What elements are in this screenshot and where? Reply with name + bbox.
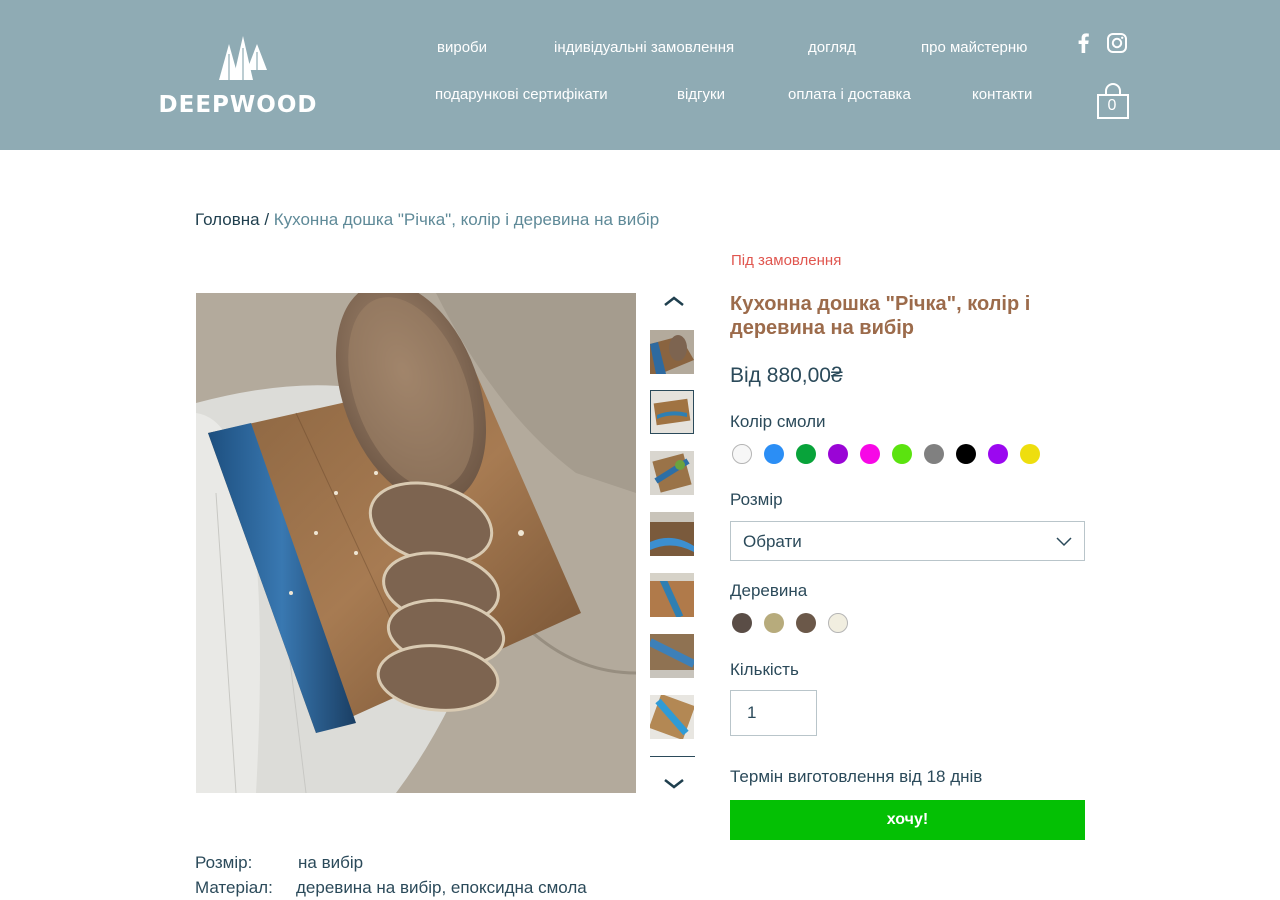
- resin-color-swatch[interactable]: [828, 444, 848, 464]
- facebook-icon[interactable]: [1073, 32, 1095, 54]
- breadcrumb: Головна / Кухонна дошка "Річка", колір і…: [195, 210, 659, 230]
- resin-color-swatch[interactable]: [860, 444, 880, 464]
- nav-item-gift-certificates[interactable]: подарункові сертифікати: [435, 86, 608, 103]
- resin-color-swatch[interactable]: [1020, 444, 1040, 464]
- resin-color-swatch[interactable]: [988, 444, 1008, 464]
- spec-material-value: деревина на вибір, епоксидна смола: [296, 878, 587, 897]
- wood-color-swatch[interactable]: [764, 613, 784, 633]
- quantity-input[interactable]: [730, 690, 817, 736]
- nav-item-about[interactable]: про майстерню: [921, 39, 1027, 56]
- tree-logo-icon: [219, 36, 267, 80]
- product-title: Кухонна дошка "Річка", колір і деревина …: [730, 293, 1031, 339]
- cart-button[interactable]: 0: [1096, 83, 1132, 121]
- size-label: Розмір: [730, 490, 783, 509]
- wood-color-swatch[interactable]: [796, 613, 816, 633]
- resin-color-swatch[interactable]: [956, 444, 976, 464]
- product-main-image[interactable]: [196, 293, 636, 793]
- gallery-thumbnail[interactable]: [650, 512, 694, 556]
- wood-label: Деревина: [730, 581, 808, 600]
- nav-item-care[interactable]: догляд: [808, 39, 856, 56]
- brand-name: DEEPWOOD: [158, 92, 318, 118]
- cart-count: 0: [1107, 97, 1117, 114]
- resin-color-swatch[interactable]: [796, 444, 816, 464]
- spec-size-key: Розмір:: [195, 853, 253, 872]
- nav-item-reviews[interactable]: відгуки: [677, 86, 725, 103]
- lead-time: Термін виготовлення від 18 днів: [730, 767, 983, 786]
- wood-color-swatch[interactable]: [732, 613, 752, 633]
- spec-material-key: Матеріал:: [195, 878, 273, 897]
- chevron-down-icon: [1056, 537, 1072, 547]
- breadcrumb-separator: /: [259, 210, 274, 229]
- resin-color-swatch[interactable]: [924, 444, 944, 464]
- product-price: Від 880,00₴: [730, 364, 843, 387]
- gallery-thumbnail[interactable]: [650, 573, 694, 617]
- gallery-thumbnail[interactable]: [650, 330, 694, 374]
- resin-color-label: Колір смоли: [730, 412, 826, 431]
- size-select[interactable]: Обрати: [730, 521, 1085, 561]
- resin-color-swatch[interactable]: [732, 444, 752, 464]
- gallery-thumbnail[interactable]: [650, 451, 694, 495]
- resin-color-swatch[interactable]: [764, 444, 784, 464]
- nav-item-products[interactable]: вироби: [437, 39, 487, 56]
- availability-status: Під замовлення: [731, 252, 842, 269]
- instagram-icon[interactable]: [1106, 32, 1128, 54]
- resin-color-swatch[interactable]: [892, 444, 912, 464]
- nav-item-payment-delivery[interactable]: оплата і доставка: [788, 86, 911, 103]
- wood-color-swatch[interactable]: [828, 613, 848, 633]
- gallery-thumbnail[interactable]: [650, 695, 694, 739]
- nav-item-contacts[interactable]: контакти: [972, 86, 1032, 103]
- thumbnails-divider: [650, 756, 695, 757]
- breadcrumb-current: Кухонна дошка "Річка", колір і деревина …: [273, 210, 660, 229]
- thumbnails-down-arrow-icon[interactable]: [662, 776, 686, 792]
- quantity-label: Кількість: [730, 660, 799, 679]
- size-select-value: Обрати: [743, 532, 802, 551]
- gallery-thumbnail[interactable]: [650, 634, 694, 678]
- buy-button[interactable]: хочу!: [730, 800, 1085, 840]
- gallery-thumbnail-selected[interactable]: [650, 390, 694, 434]
- site-header: DEEPWOOD вироби індивідуальні замовлення…: [0, 0, 1280, 150]
- thumbnails-up-arrow-icon[interactable]: [662, 293, 686, 309]
- brand-logo[interactable]: DEEPWOOD: [148, 34, 328, 118]
- nav-item-custom-orders[interactable]: індивідуальні замовлення: [554, 39, 734, 56]
- breadcrumb-home-link[interactable]: Головна: [195, 210, 260, 229]
- spec-size-value: на вибір: [298, 853, 364, 872]
